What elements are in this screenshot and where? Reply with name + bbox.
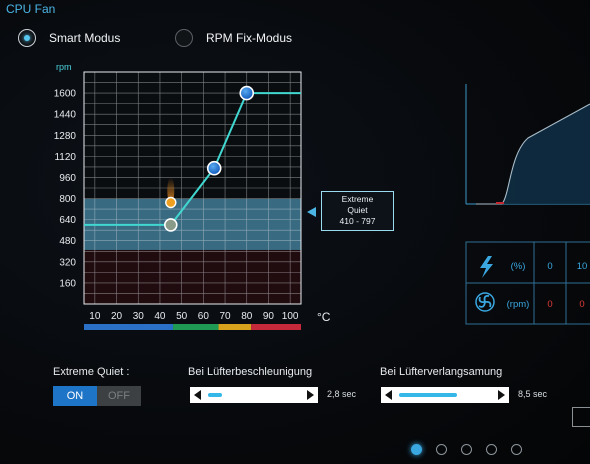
- y-axis-unit: rpm: [56, 62, 72, 72]
- page-dot[interactable]: [461, 444, 472, 455]
- x-tick-label: 40: [154, 311, 166, 322]
- tooltip-range: 410 - 797: [339, 216, 376, 226]
- left-arrow-icon[interactable]: [190, 387, 206, 403]
- deceleration-fill: [399, 393, 457, 397]
- x-tick-label: 20: [111, 311, 123, 322]
- extreme-quiet-tooltip: Extreme Quiet 410 - 797: [321, 191, 394, 231]
- stat-unit-rpm: (rpm): [507, 299, 530, 310]
- toggle-off-button[interactable]: OFF: [97, 386, 141, 406]
- y-tick-label: 960: [59, 173, 76, 184]
- stat-unit-percent: (%): [511, 261, 526, 272]
- deceleration-slider[interactable]: [381, 387, 509, 403]
- temp-zone-bar: [251, 324, 301, 330]
- deceleration-track[interactable]: [397, 387, 493, 403]
- x-tick-label: 80: [241, 311, 253, 322]
- x-tick-label: 10: [89, 311, 101, 322]
- y-tick-label: 1600: [54, 89, 77, 100]
- x-tick-label: 90: [263, 311, 275, 322]
- fan-icon: [475, 292, 495, 312]
- page-dot[interactable]: [511, 444, 522, 455]
- y-tick-label: 1120: [54, 152, 76, 163]
- extreme-quiet-toggle[interactable]: ON OFF: [53, 386, 141, 406]
- curve-control-point[interactable]: [164, 218, 178, 232]
- current-temp-point: [165, 196, 177, 209]
- stat-value: 0: [579, 299, 584, 310]
- fan-icon-blades: [478, 294, 492, 308]
- curve-control-point[interactable]: [239, 85, 255, 101]
- power-icon: [480, 256, 493, 278]
- acceleration-track[interactable]: [206, 387, 302, 403]
- page-dot[interactable]: [411, 444, 422, 455]
- acceleration-label: Bei Lüfterbeschleunigung: [188, 366, 313, 378]
- page-indicator: [411, 444, 522, 455]
- left-arrow-icon[interactable]: [381, 387, 397, 403]
- y-tick-label: 480: [59, 236, 76, 247]
- temp-zone-bar: [84, 324, 173, 330]
- temp-zone-bar: [172, 324, 219, 330]
- page-dot[interactable]: [486, 444, 497, 455]
- stat-value: 10: [577, 261, 588, 272]
- tooltip-line1: Extreme: [341, 194, 374, 204]
- curve-control-point[interactable]: [206, 160, 222, 176]
- temp-zone-bar: [218, 324, 252, 330]
- toggle-on-button[interactable]: ON: [53, 386, 97, 406]
- x-tick-label: 100: [282, 311, 299, 322]
- deceleration-label: Bei Lüfterverlangsamung: [380, 366, 503, 378]
- stat-value: 0: [547, 261, 552, 272]
- page-dot[interactable]: [436, 444, 447, 455]
- y-tick-label: 320: [59, 257, 76, 268]
- acceleration-fill: [208, 393, 223, 397]
- tooltip-line2: Quiet: [347, 205, 368, 215]
- right-arrow-icon[interactable]: [302, 387, 318, 403]
- stat-value: 0: [547, 299, 552, 310]
- checkbox[interactable]: [572, 407, 590, 427]
- x-tick-label: 70: [219, 311, 231, 322]
- x-tick-label: 50: [176, 311, 188, 322]
- y-tick-label: 640: [59, 215, 76, 226]
- deceleration-value: 8,5 sec: [518, 389, 548, 399]
- tooltip-arrow-icon: [307, 207, 316, 217]
- monitor-area: [502, 104, 590, 204]
- y-tick-label: 160: [59, 278, 76, 289]
- y-tick-label: 800: [59, 194, 76, 205]
- acceleration-value: 2,8 sec: [327, 389, 357, 399]
- x-axis-unit: °C: [317, 310, 331, 324]
- acceleration-slider[interactable]: [190, 387, 318, 403]
- y-tick-label: 1280: [54, 131, 77, 142]
- y-tick-label: 1440: [54, 110, 77, 121]
- extreme-quiet-label: Extreme Quiet :: [53, 366, 130, 378]
- x-tick-label: 30: [133, 311, 145, 322]
- right-arrow-icon[interactable]: [493, 387, 509, 403]
- x-tick-label: 60: [198, 311, 210, 322]
